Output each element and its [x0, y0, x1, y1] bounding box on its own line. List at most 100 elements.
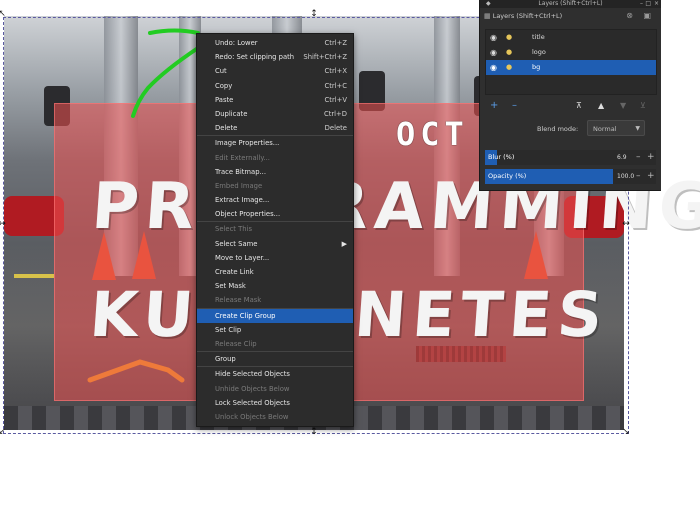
lock-icon[interactable]: ● [506, 45, 512, 60]
menu-item-set-mask[interactable]: Set Mask [197, 279, 353, 293]
menu-item-label: Paste [215, 95, 234, 104]
menu-item-label: Group [215, 355, 236, 364]
resize-handle-left-icon[interactable]: ↔ [0, 220, 6, 229]
menu-item-unlock-objects-below[interactable]: Unlock Objects Below [197, 410, 353, 424]
submenu-arrow-icon: ▶ [341, 239, 347, 248]
menu-item-group[interactable]: Group [197, 351, 353, 366]
menu-item-unhide-objects-below[interactable]: Unhide Objects Below [197, 382, 353, 396]
layer-row-bg[interactable]: ◉ ● bg [486, 60, 656, 75]
menu-item-label: Embed Image [215, 181, 263, 190]
menu-item-label: Redo: Set clipping path [215, 53, 295, 62]
visibility-eye-icon[interactable]: ◉ [490, 45, 497, 60]
menu-item-label: Unlock Objects Below [215, 412, 289, 421]
decrement-icon[interactable]: – [636, 150, 641, 165]
menu-item-image-properties[interactable]: Image Properties... [197, 135, 353, 150]
blur-label: Blur (%) [488, 153, 515, 161]
menu-item-label: Select This [215, 225, 253, 234]
menu-item-label: Lock Selected Objects [215, 398, 290, 407]
resize-handle-bottom-icon[interactable]: ↕ [310, 428, 318, 437]
blur-slider[interactable]: Blur (%) 6.9 – + [485, 150, 656, 165]
add-layer-icon[interactable]: + [490, 99, 498, 113]
increment-icon[interactable]: + [647, 169, 655, 184]
menu-item-duplicate[interactable]: Duplicate Ctrl+D [197, 107, 353, 121]
context-menu: Undo: Lower Ctrl+Z Redo: Set clipping path… [196, 33, 354, 428]
menu-item-label: Set Clip [215, 325, 242, 334]
blend-mode-select[interactable]: Normal ▼ [587, 120, 645, 136]
menu-item-cut[interactable]: Cut Ctrl+X [197, 64, 353, 78]
menu-item-edit-externally[interactable]: Edit Externally... [197, 151, 353, 165]
menu-item-shortcut: Delete [324, 124, 347, 133]
panel-options-icon[interactable]: ▣ [643, 8, 651, 24]
chevron-down-icon: ▼ [635, 125, 640, 132]
raise-layer-icon[interactable]: ▲ [598, 99, 604, 113]
menu-item-label: Undo: Lower [215, 39, 258, 47]
menu-item-set-clip[interactable]: Set Clip [197, 323, 353, 337]
lock-icon[interactable]: ● [506, 60, 512, 75]
layer-name: logo [532, 48, 546, 56]
menu-item-object-properties[interactable]: Object Properties... [197, 207, 353, 221]
menu-item-label: Duplicate [215, 109, 248, 118]
minimize-icon[interactable]: – [640, 0, 643, 8]
menu-item-label: Select Same [215, 239, 258, 248]
visibility-eye-icon[interactable]: ◉ [490, 60, 497, 75]
raise-to-top-icon[interactable]: ⊼ [576, 99, 582, 113]
menu-item-lock-selected-objects[interactable]: Lock Selected Objects [197, 396, 353, 410]
opacity-value[interactable]: 100.0 [617, 169, 634, 184]
menu-item-label: Object Properties... [215, 210, 281, 219]
menu-item-shortcut: Ctrl+V [324, 95, 347, 104]
menu-item-shortcut: Ctrl+X [324, 67, 347, 76]
menu-item-release-clip[interactable]: Release Clip [197, 337, 353, 351]
menu-item-create-clip-group[interactable]: Create Clip Group [197, 307, 353, 323]
menu-item-label: Release Mask [215, 296, 262, 305]
menu-item-undo-lower[interactable]: Undo: Lower Ctrl+Z [197, 36, 353, 50]
menu-item-paste[interactable]: Paste Ctrl+V [197, 93, 353, 107]
close-icon[interactable]: × [654, 0, 659, 8]
menu-item-select-same[interactable]: Select Same ▶ [197, 237, 353, 251]
menu-item-move-to-layer[interactable]: Move to Layer... [197, 251, 353, 265]
remove-layer-icon[interactable]: – [512, 99, 517, 113]
panel-titlebar[interactable]: ◆ Layers (Shift+Ctrl+L) – □ × [480, 0, 661, 8]
menu-item-create-link[interactable]: Create Link [197, 265, 353, 279]
menu-item-label: Move to Layer... [215, 253, 270, 262]
resize-handle-top-icon[interactable]: ↕ [310, 10, 318, 19]
opacity-slider[interactable]: Opacity (%) 100.0 – + [485, 169, 656, 184]
menu-item-label: Create Clip Group [215, 311, 276, 320]
layers-icon: ▦ [484, 12, 491, 20]
layer-row-logo[interactable]: ◉ ● logo [486, 45, 656, 60]
menu-item-label: Copy [215, 81, 233, 90]
blend-mode-label: Blend mode: [537, 125, 579, 133]
menu-item-label: Set Mask [215, 282, 246, 291]
menu-item-label: Hide Selected Objects [215, 370, 290, 379]
increment-icon[interactable]: + [647, 150, 655, 165]
menu-item-copy[interactable]: Copy Ctrl+C [197, 79, 353, 93]
panel-close-tab-icon[interactable]: ⊗ [626, 8, 633, 24]
menu-item-hide-selected-objects[interactable]: Hide Selected Objects [197, 366, 353, 381]
resize-handle-bottom-left-icon[interactable]: ↙ [0, 428, 6, 437]
lower-to-bottom-icon[interactable]: ⊻ [640, 99, 646, 113]
lock-icon[interactable]: ● [506, 30, 512, 45]
menu-item-shortcut: Shift+Ctrl+Z [303, 53, 347, 62]
panel-menu-icon[interactable]: ◆ [486, 0, 491, 8]
menu-item-release-mask[interactable]: Release Mask [197, 293, 353, 307]
layer-name: title [532, 33, 545, 41]
lower-layer-icon[interactable]: ▼ [620, 99, 626, 113]
visibility-eye-icon[interactable]: ◉ [490, 30, 497, 45]
menu-item-label: Unhide Objects Below [215, 384, 290, 393]
blend-mode-row: Blend mode: Normal ▼ [480, 118, 660, 138]
blur-value[interactable]: 6.9 [617, 150, 627, 165]
menu-item-redo-set-clipping-path[interactable]: Redo: Set clipping path Shift+Ctrl+Z [197, 50, 353, 64]
menu-item-trace-bitmap[interactable]: Trace Bitmap... [197, 165, 353, 179]
decrement-icon[interactable]: – [636, 169, 641, 184]
panel-header: ▦ Layers (Shift+Ctrl+L) ⊗ ▣ [480, 8, 661, 24]
menu-item-extract-image[interactable]: Extract Image... [197, 193, 353, 207]
resize-handle-right-icon[interactable]: ↔ [622, 220, 630, 229]
panel-window-title: Layers (Shift+Ctrl+L) [538, 0, 603, 7]
resize-handle-top-left-icon[interactable]: ↖ [0, 10, 6, 19]
layer-list: ◉ ● title ◉ ● logo ◉ ● bg [485, 29, 657, 95]
resize-handle-bottom-right-icon[interactable]: ↘ [622, 428, 630, 437]
menu-item-embed-image[interactable]: Embed Image [197, 179, 353, 193]
menu-item-delete[interactable]: Delete Delete [197, 121, 353, 135]
maximize-icon[interactable]: □ [645, 0, 651, 8]
menu-item-select-this[interactable]: Select This [197, 221, 353, 236]
layer-row-title[interactable]: ◉ ● title [486, 30, 656, 45]
